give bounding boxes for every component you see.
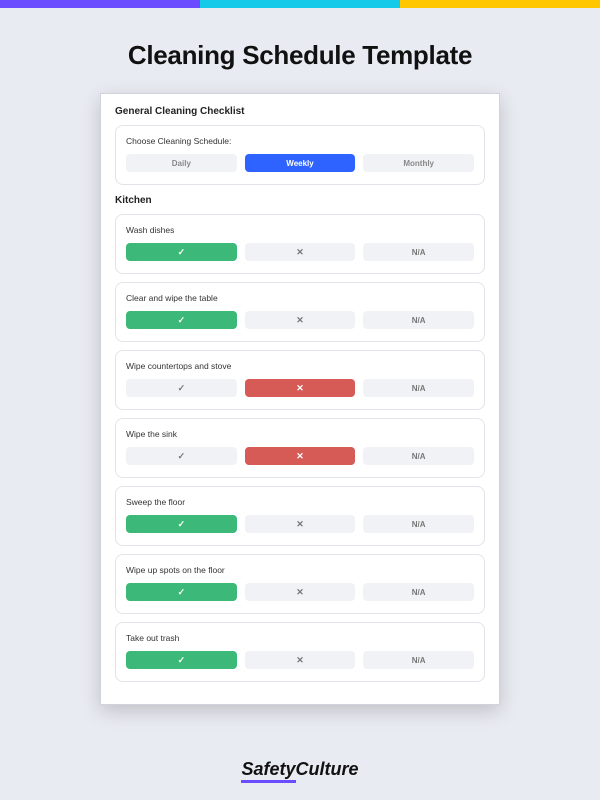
task-option-na[interactable]: N/A [363,515,474,533]
task-option-check[interactable]: ✓ [126,311,237,329]
brand-topbar [0,0,600,8]
section-kitchen-label: Kitchen [115,195,485,206]
task-option-cross[interactable]: ✕ [245,515,356,533]
footer-brand-b: Culture [296,759,359,779]
task-option-cross[interactable]: ✕ [245,243,356,261]
task-options-row: ✓ ✕ N/A [126,243,474,261]
task-item: Wash dishes ✓ ✕ N/A [115,214,485,274]
task-title: Wipe the sink [126,429,474,439]
task-option-na[interactable]: N/A [363,651,474,669]
task-option-cross[interactable]: ✕ [245,583,356,601]
schedule-selector: Choose Cleaning Schedule: Daily Weekly M… [115,125,485,185]
task-option-na[interactable]: N/A [363,379,474,397]
task-option-check[interactable]: ✓ [126,447,237,465]
task-title: Wipe up spots on the floor [126,565,474,575]
schedule-option-monthly[interactable]: Monthly [363,154,474,172]
task-item: Take out trash ✓ ✕ N/A [115,622,485,682]
checklist-card: General Cleaning Checklist Choose Cleani… [100,93,500,705]
footer-brand-a: Safety [241,759,295,783]
task-option-cross[interactable]: ✕ [245,311,356,329]
schedule-option-weekly[interactable]: Weekly [245,154,356,172]
task-item: Wipe the sink ✓ ✕ N/A [115,418,485,478]
task-title: Sweep the floor [126,497,474,507]
task-option-check[interactable]: ✓ [126,583,237,601]
task-item: Sweep the floor ✓ ✕ N/A [115,486,485,546]
task-option-check[interactable]: ✓ [126,515,237,533]
task-option-cross[interactable]: ✕ [245,447,356,465]
task-title: Clear and wipe the table [126,293,474,303]
task-list: Wash dishes✓✕N/AClear and wipe the table… [115,214,485,682]
topbar-segment-cyan [200,0,400,8]
task-option-check[interactable]: ✓ [126,379,237,397]
task-item: Wipe up spots on the floor ✓ ✕ N/A [115,554,485,614]
task-option-cross[interactable]: ✕ [245,651,356,669]
task-option-na[interactable]: N/A [363,311,474,329]
task-option-check[interactable]: ✓ [126,243,237,261]
task-item: Clear and wipe the table ✓ ✕ N/A [115,282,485,342]
task-options-row: ✓ ✕ N/A [126,583,474,601]
footer-brand: SafetyCulture [0,759,600,780]
task-title: Wipe countertops and stove [126,361,474,371]
task-options-row: ✓ ✕ N/A [126,515,474,533]
schedule-option-daily[interactable]: Daily [126,154,237,172]
task-option-na[interactable]: N/A [363,447,474,465]
task-option-cross[interactable]: ✕ [245,379,356,397]
topbar-segment-yellow [400,0,600,8]
task-option-na[interactable]: N/A [363,243,474,261]
task-options-row: ✓ ✕ N/A [126,311,474,329]
topbar-segment-purple [0,0,200,8]
task-option-na[interactable]: N/A [363,583,474,601]
task-options-row: ✓ ✕ N/A [126,651,474,669]
task-title: Wash dishes [126,225,474,235]
task-title: Take out trash [126,633,474,643]
task-options-row: ✓ ✕ N/A [126,447,474,465]
task-options-row: ✓ ✕ N/A [126,379,474,397]
task-item: Wipe countertops and stove ✓ ✕ N/A [115,350,485,410]
schedule-options-row: Daily Weekly Monthly [126,154,474,172]
schedule-label: Choose Cleaning Schedule: [126,136,474,146]
task-option-check[interactable]: ✓ [126,651,237,669]
card-heading: General Cleaning Checklist [115,106,485,117]
page-title: Cleaning Schedule Template [0,40,600,71]
